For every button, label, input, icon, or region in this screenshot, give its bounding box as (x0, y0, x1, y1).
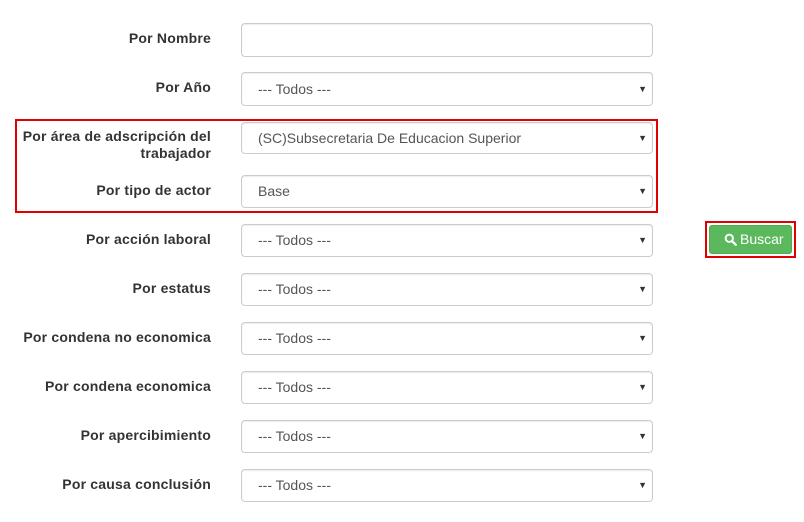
label-por-anio: Por Año (155, 79, 211, 95)
estatus-select-value: --- Todos --- (258, 281, 331, 297)
chevron-down-icon: ▼ (638, 382, 647, 392)
chevron-down-icon: ▼ (638, 431, 647, 441)
search-button[interactable]: Buscar (709, 225, 792, 254)
tipo-actor-select[interactable]: Base ▼ (241, 175, 653, 208)
causa-conclusion-select[interactable]: --- Todos --- ▼ (241, 469, 653, 502)
estatus-select[interactable]: --- Todos --- ▼ (241, 273, 653, 306)
causa-conclusion-select-value: --- Todos --- (258, 477, 331, 493)
condena-economica-select-value: --- Todos --- (258, 379, 331, 395)
chevron-down-icon: ▼ (638, 84, 647, 94)
tipo-actor-select-value: Base (258, 183, 290, 199)
chevron-down-icon: ▼ (638, 284, 647, 294)
condena-no-economica-select[interactable]: --- Todos --- ▼ (241, 322, 653, 355)
label-por-causa-conclusion: Por causa conclusión (62, 476, 211, 492)
anio-select[interactable]: --- Todos --- ▼ (241, 72, 653, 106)
label-por-accion-laboral: Por acción laboral (86, 231, 211, 247)
area-adscripcion-select-value: (SC)Subsecretaria De Educacion Superior (258, 130, 522, 146)
label-por-apercibimiento: Por apercibimiento (80, 427, 211, 443)
chevron-down-icon: ▼ (638, 235, 647, 245)
chevron-down-icon: ▼ (638, 133, 647, 143)
chevron-down-icon: ▼ (638, 186, 647, 196)
label-por-condena-no-economica: Por condena no economica (23, 329, 211, 345)
search-icon (724, 233, 737, 246)
chevron-down-icon: ▼ (638, 480, 647, 490)
condena-no-economica-select-value: --- Todos --- (258, 330, 331, 346)
accion-laboral-select[interactable]: --- Todos --- ▼ (241, 224, 653, 257)
label-por-estatus: Por estatus (132, 280, 211, 296)
label-por-condena-economica: Por condena economica (44, 378, 211, 394)
apercibimiento-select[interactable]: --- Todos --- ▼ (241, 420, 653, 453)
chevron-down-icon: ▼ (638, 333, 647, 343)
accion-laboral-select-value: --- Todos --- (258, 232, 331, 248)
nombre-input[interactable] (241, 23, 653, 57)
label-por-tipo-actor: Por tipo de actor (96, 182, 211, 198)
label-por-nombre: Por Nombre (128, 30, 211, 46)
anio-select-value: --- Todos --- (258, 81, 331, 97)
condena-economica-select[interactable]: --- Todos --- ▼ (241, 371, 653, 404)
search-button-label: Buscar (740, 231, 784, 247)
label-por-area-adscripcion: Por área de adscripción del trabajador (22, 128, 211, 161)
apercibimiento-select-value: --- Todos --- (258, 428, 331, 444)
search-button-highlight: Buscar (705, 221, 796, 258)
area-adscripcion-select[interactable]: (SC)Subsecretaria De Educacion Superior … (241, 122, 653, 154)
